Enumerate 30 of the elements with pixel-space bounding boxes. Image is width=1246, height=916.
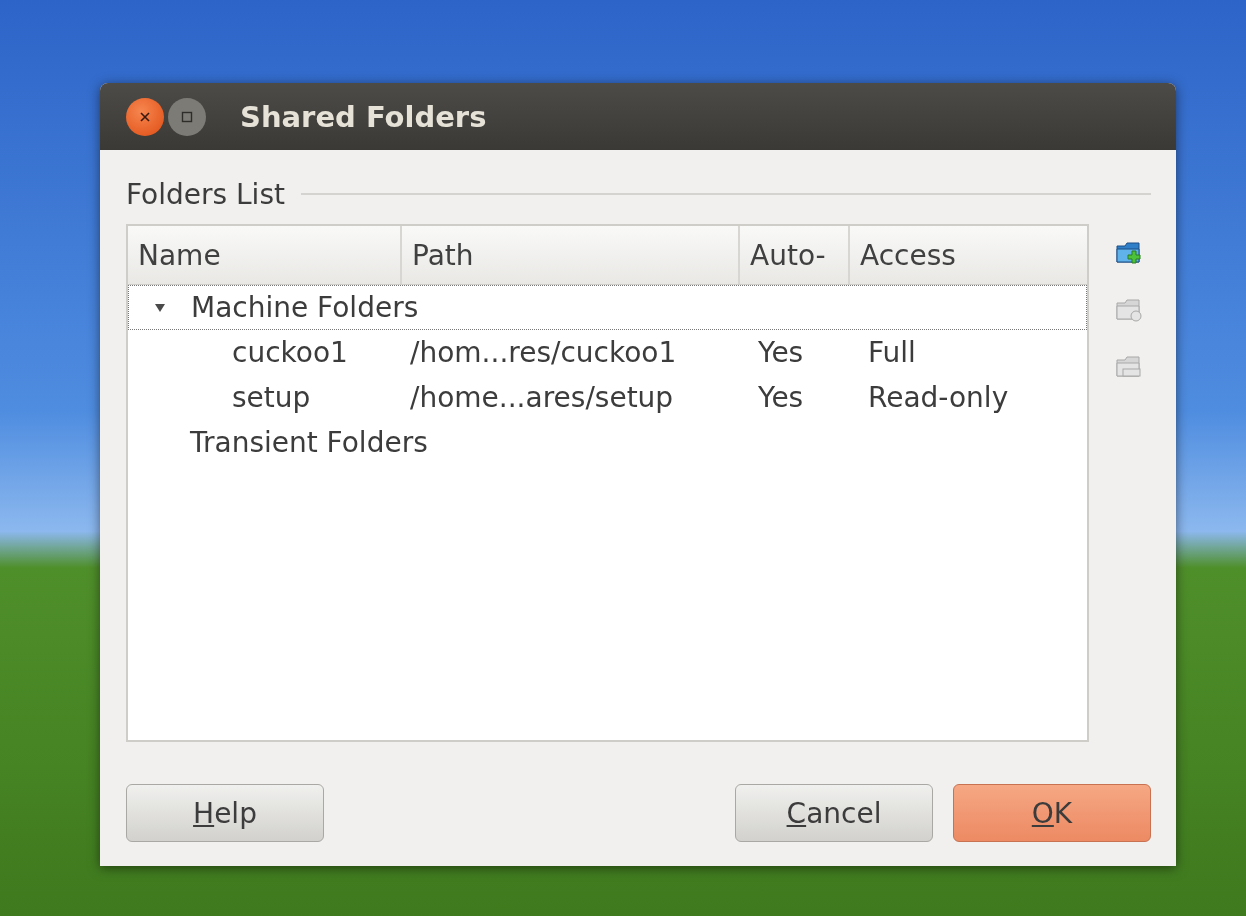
maximize-button[interactable] — [168, 97, 206, 136]
path-cell-text: /home...ares/setup — [410, 381, 675, 414]
auto-mount-cell-text: Yes — [757, 336, 805, 369]
group-name: Machine Folders — [191, 291, 419, 324]
close-icon — [138, 109, 152, 124]
tree-row[interactable]: Machine Folders — [128, 285, 1087, 330]
ok-button[interactable]: OK — [953, 784, 1151, 842]
close-button[interactable] — [126, 97, 164, 136]
maximize-icon — [181, 110, 193, 123]
column-header[interactable]: Name — [128, 226, 402, 284]
column-header[interactable]: Access — [850, 226, 1087, 284]
folder-plus-icon — [1115, 240, 1143, 266]
column-header[interactable]: Path — [402, 226, 740, 284]
access-cell-text: Full — [867, 336, 917, 369]
group-name: Transient Folders — [190, 426, 428, 459]
cancel-button[interactable]: Cancel — [735, 784, 933, 842]
window-title: Shared Folders — [240, 99, 487, 134]
help-button[interactable]: Help — [126, 784, 324, 842]
tree-row[interactable]: Transient Folders — [128, 420, 1087, 465]
path-cell-text: /hom...res/cuckoo1 — [410, 336, 678, 369]
name-cell-text: setup — [231, 381, 312, 414]
access-cell-text: Read-only — [867, 381, 1010, 414]
folder-row[interactable]: setup /home...ares/setup Yes Read-only — [128, 375, 1087, 420]
group-title: Folders List — [126, 177, 285, 211]
name-cell-text: cuckoo1 — [231, 336, 349, 369]
auto-mount-cell-text: Yes — [757, 381, 805, 414]
folder-row[interactable]: cuckoo1 /hom...res/cuckoo1 Yes Full — [128, 330, 1087, 375]
folder-icon — [1115, 354, 1143, 380]
expanded-arrow-icon[interactable] — [154, 301, 166, 314]
column-header[interactable]: Auto- — [740, 226, 850, 284]
